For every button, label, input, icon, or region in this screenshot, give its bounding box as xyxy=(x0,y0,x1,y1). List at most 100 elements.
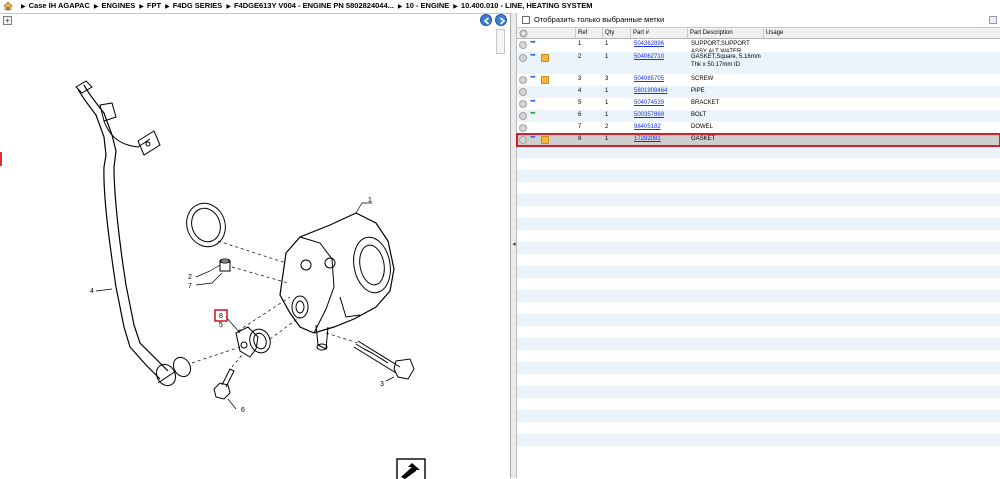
part-number-link[interactable]: 17282081 xyxy=(634,135,661,143)
empty-row xyxy=(517,170,1000,182)
table-row[interactable]: ➥ 5 1 504074539 BRACKET xyxy=(517,98,1000,110)
qty-cell: 1 xyxy=(605,112,609,118)
add-to-cart-icon[interactable] xyxy=(519,100,527,108)
callout-3[interactable]: 3 xyxy=(380,381,384,388)
empty-row xyxy=(517,434,1000,446)
exploded-parts-diagram: 1 2 7 8 5 4 3 6 xyxy=(75,80,426,479)
kit-box-icon[interactable] xyxy=(541,136,549,144)
empty-row xyxy=(517,230,1000,242)
replacement-arrow-icon[interactable]: ➥ xyxy=(530,134,536,142)
header-usage[interactable]: Usage xyxy=(763,28,1000,39)
header-settings-icon[interactable] xyxy=(517,28,531,39)
show-selected-only-checkbox[interactable] xyxy=(522,16,530,24)
ref-cell: 7 xyxy=(578,124,582,130)
arrow-right-icon xyxy=(499,17,506,25)
bolt-part[interactable] xyxy=(213,368,235,400)
qty-cell: 1 xyxy=(605,136,609,142)
breadcrumb-separator-icon: ▶ xyxy=(93,4,99,10)
next-diagram-button[interactable] xyxy=(495,14,507,26)
replacement-arrow-icon[interactable]: ➥ xyxy=(530,52,536,60)
part-number-link[interactable]: 504074539 xyxy=(634,99,664,107)
qty-cell: 1 xyxy=(605,41,609,47)
export-diagram-icon[interactable] xyxy=(396,458,426,479)
callout-6[interactable]: 6 xyxy=(241,407,245,414)
part-number-link[interactable]: 500357869 xyxy=(634,111,664,119)
replacement-arrow-icon[interactable]: ➥ xyxy=(530,39,536,47)
gasket-ring-part[interactable] xyxy=(181,198,232,252)
callout-5[interactable]: 5 xyxy=(219,322,223,329)
breadcrumb-item[interactable]: 10.400.010 - LINE, HEATING SYSTEM xyxy=(461,1,593,10)
replacement-arrow-icon[interactable]: ➥ xyxy=(530,98,536,106)
add-to-cart-icon[interactable] xyxy=(519,136,527,144)
kit-box-icon[interactable] xyxy=(541,54,549,62)
header-part-description[interactable]: Part Description xyxy=(687,28,763,39)
ref-cell: 6 xyxy=(578,112,582,118)
add-to-cart-icon[interactable] xyxy=(519,54,527,62)
empty-row xyxy=(517,194,1000,206)
supersession-arrow-icon[interactable]: ➥ xyxy=(530,110,536,118)
empty-row xyxy=(517,386,1000,398)
description-cell: GASKET xyxy=(691,136,716,142)
grid-options-icon[interactable] xyxy=(989,16,997,24)
replacement-arrow-icon[interactable]: ➥ xyxy=(530,74,536,82)
add-to-cart-icon[interactable] xyxy=(519,76,527,84)
breadcrumb: ▶ Case IH AGAPAC ▶ ENGINES ▶ FPT ▶ F4DG SERIES ▶… xyxy=(0,0,1000,12)
table-row[interactable]: ➥ 3 3 504085705 SCREW xyxy=(517,74,1000,86)
ref-cell: 4 xyxy=(578,88,582,94)
empty-row xyxy=(517,218,1000,230)
table-row[interactable]: ➥ 8 1 17282081 GASKET xyxy=(516,133,1000,147)
add-to-cart-icon[interactable] xyxy=(519,88,527,96)
qty-cell: 1 xyxy=(605,54,609,60)
add-to-cart-icon[interactable] xyxy=(519,112,527,120)
kit-box-icon[interactable] xyxy=(541,76,549,84)
description-cell: BRACKET xyxy=(691,100,720,106)
show-selected-only-label: Отобразить только выбранные метки xyxy=(534,15,665,24)
description-cell: PIPE xyxy=(691,88,705,94)
empty-row xyxy=(517,278,1000,290)
add-to-cart-icon[interactable] xyxy=(519,41,527,49)
parts-list-panel: Отобразить только выбранные метки Ref Qt… xyxy=(516,13,1000,478)
previous-diagram-button[interactable] xyxy=(480,14,492,26)
part-number-link[interactable]: 98405182 xyxy=(634,123,661,131)
callout-4[interactable]: 4 xyxy=(90,288,94,295)
description-cell: GASKET,Square, 5.16mm Thk x 50.17mm ID xyxy=(691,54,761,68)
arrow-left-icon xyxy=(483,17,490,25)
breadcrumb-item[interactable]: F4DGE613Y V004 - ENGINE PN 5802824044... xyxy=(234,1,394,10)
breadcrumb-item[interactable]: ENGINES xyxy=(102,1,136,10)
breadcrumb-item[interactable]: 10 - ENGINE xyxy=(406,1,450,10)
table-row[interactable]: 7 2 98405182 DOWEL xyxy=(517,122,1000,134)
breadcrumb-item[interactable]: Case IH AGAPAC xyxy=(29,1,90,10)
part-number-link[interactable]: 504062710 xyxy=(634,53,664,61)
empty-row xyxy=(517,182,1000,194)
add-to-cart-icon[interactable] xyxy=(519,124,527,132)
description-cell: SCREW xyxy=(691,76,714,82)
header-qty[interactable]: Qty xyxy=(602,28,630,39)
part-number-link[interactable]: 5801908464 xyxy=(634,87,667,95)
zoom-toggle-button[interactable]: + xyxy=(3,16,12,25)
support-assembly-part[interactable] xyxy=(279,212,395,351)
breadcrumb-item[interactable]: FPT xyxy=(147,1,161,10)
empty-row xyxy=(517,302,1000,314)
empty-row xyxy=(517,398,1000,410)
callout-7[interactable]: 7 xyxy=(188,283,192,290)
callout-2[interactable]: 2 xyxy=(188,274,192,281)
header-ref[interactable]: Ref xyxy=(575,28,602,39)
bracket-part[interactable] xyxy=(235,326,259,358)
callout-1[interactable]: 1 xyxy=(368,197,372,204)
part-number-link[interactable]: 504362896 xyxy=(634,40,664,48)
part-number-link[interactable]: 504085705 xyxy=(634,75,664,83)
empty-row xyxy=(517,206,1000,218)
screw-part[interactable] xyxy=(353,340,415,380)
gasket-part[interactable] xyxy=(246,326,273,355)
home-icon[interactable] xyxy=(3,1,13,11)
breadcrumb-separator-icon: ▶ xyxy=(21,4,26,10)
breadcrumb-item[interactable]: F4DG SERIES xyxy=(173,1,223,10)
empty-row xyxy=(517,374,1000,386)
table-row[interactable]: ➥ 6 1 500357869 BOLT xyxy=(517,110,1000,122)
header-part-number[interactable]: Part # xyxy=(630,28,687,39)
callout-8[interactable]: 8 xyxy=(219,313,223,320)
table-row[interactable]: 4 1 5801908464 PIPE xyxy=(517,86,1000,98)
table-row[interactable]: ➥ 2 1 504062710 GASKET,Square, 5.16mm Thk x … xyxy=(517,52,1000,74)
pipe-part[interactable] xyxy=(75,80,194,389)
table-row[interactable]: ➥11504362896SUPPORT,SUPPORT ASSY ALT WAT… xyxy=(517,39,1000,55)
